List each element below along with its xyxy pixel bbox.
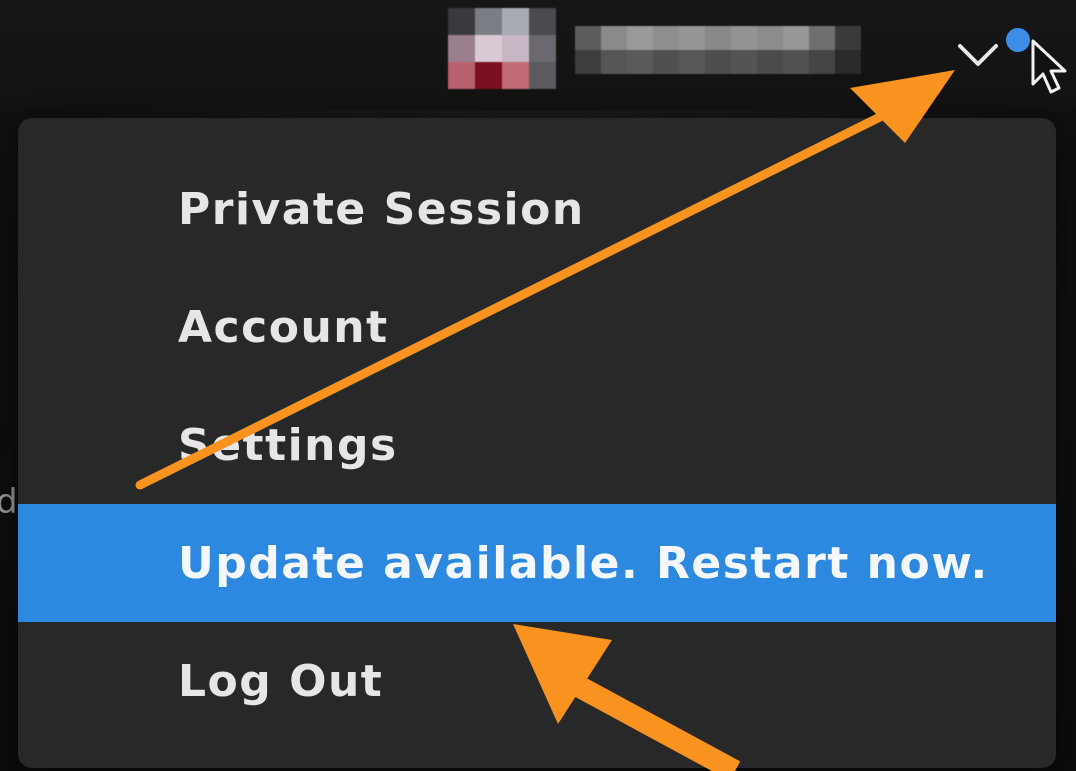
notification-dot (1006, 28, 1030, 52)
menu-item-private-session[interactable]: Private Session (18, 150, 1056, 268)
menu-item-label: Private Session (178, 183, 585, 235)
account-dropdown-menu: Private Session Account Settings Update … (18, 118, 1056, 768)
menu-item-log-out[interactable]: Log Out (18, 622, 1056, 740)
username[interactable] (575, 26, 861, 74)
app-window: d Private Session Account Settings Updat… (0, 0, 1076, 771)
account-dropdown-button[interactable] (950, 30, 1010, 82)
pointer-cursor-icon (1031, 39, 1067, 94)
menu-item-account[interactable]: Account (18, 268, 1056, 386)
avatar[interactable] (448, 8, 556, 90)
menu-item-label: Update available. Restart now. (178, 537, 989, 589)
chevron-down-icon (958, 44, 998, 66)
menu-item-label: Settings (178, 419, 398, 471)
menu-item-settings[interactable]: Settings (18, 386, 1056, 504)
menu-item-update-restart[interactable]: Update available. Restart now. (18, 504, 1056, 622)
top-bar (0, 0, 1076, 110)
menu-item-label: Account (178, 301, 389, 353)
partial-side-text: d (0, 482, 18, 522)
menu-item-label: Log Out (178, 655, 384, 707)
